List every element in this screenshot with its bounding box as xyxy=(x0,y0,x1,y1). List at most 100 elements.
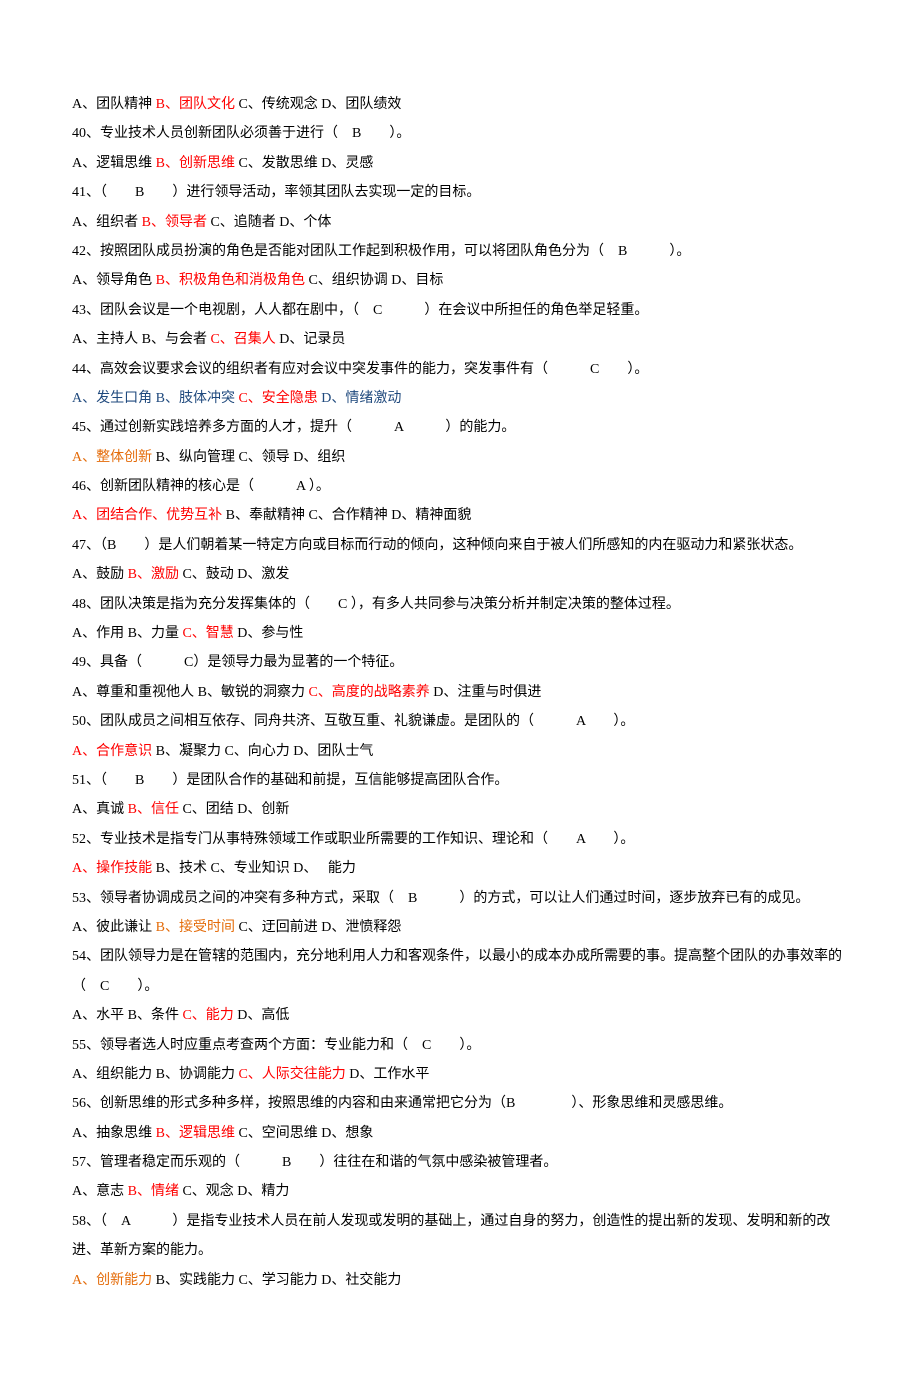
text-span: B、情绪 xyxy=(128,1184,183,1199)
text-span: C、组织协调 D、目标 xyxy=(308,273,443,288)
text-line: A、合作意识 B、凝聚力 C、向心力 D、团队士气 xyxy=(72,737,848,766)
text-span: D、记录员 xyxy=(279,332,345,347)
text-span: A、整体创新 xyxy=(72,450,156,465)
text-span: 50、团队成员之间相互依存、同舟共济、互敬互重、礼貌谦虚。是团队的（ A ）。 xyxy=(72,714,634,729)
text-line: 46、创新团队精神的核心是（ A ）。 xyxy=(72,472,848,501)
text-span: A、操作技能 xyxy=(72,861,156,876)
text-line: 42、按照团队成员扮演的角色是否能对团队工作起到积极作用，可以将团队角色分为（ … xyxy=(72,237,848,266)
text-span: C、高度的战略素养 xyxy=(308,685,433,700)
text-span: 52、专业技术是指专门从事特殊领域工作或职业所需要的工作知识、理论和（ A ）。 xyxy=(72,832,634,847)
text-line: A、逻辑思维 B、创新思维 C、发散思维 D、灵感 xyxy=(72,149,848,178)
text-line: A、水平 B、条件 C、能力 D、高低 xyxy=(72,1001,848,1030)
text-span: A、主持人 B、与会者 xyxy=(72,332,210,347)
text-span: B、激励 xyxy=(128,567,183,582)
text-line: A、发生口角 B、肢体冲突 C、安全隐患 D、情绪激动 xyxy=(72,384,848,413)
text-span: 40、专业技术人员创新团队必须善于进行（ B ）。 xyxy=(72,126,410,141)
text-line: 44、高效会议要求会议的组织者有应对会议中突发事件的能力，突发事件有（ C ）。 xyxy=(72,355,848,384)
text-span: A、意志 xyxy=(72,1184,128,1199)
text-span: C、团结 D、创新 xyxy=(182,802,289,817)
text-line: 58、（ A ）是指专业技术人员在前人发现或发明的基础上，通过自身的努力，创造性… xyxy=(72,1207,848,1266)
text-span: 46、创新团队精神的核心是（ A ）。 xyxy=(72,479,330,494)
text-span: C、追随者 D、个体 xyxy=(210,215,331,230)
text-span: 41、（ B ）进行领导活动，率领其团队去实现一定的目标。 xyxy=(72,185,480,200)
text-span: 56、创新思维的形式多种多样，按照思维的内容和由来通常把它分为（B ）、形象思维… xyxy=(72,1096,732,1111)
text-span: A、作用 B、力量 xyxy=(72,626,182,641)
text-span: C、鼓动 D、激发 xyxy=(182,567,289,582)
text-line: A、整体创新 B、纵向管理 C、领导 D、组织 xyxy=(72,443,848,472)
text-span: A、组织能力 B、协调能力 xyxy=(72,1067,238,1082)
text-span: 57、管理者稳定而乐观的（ B ）往往在和谐的气氛中感染被管理者。 xyxy=(72,1155,557,1170)
text-span: A、鼓励 xyxy=(72,567,128,582)
text-line: 47、（B ）是人们朝着某一特定方向或目标而行动的倾向，这种倾向来自于被人们所感… xyxy=(72,531,848,560)
text-line: 41、（ B ）进行领导活动，率领其团队去实现一定的目标。 xyxy=(72,178,848,207)
text-line: 51、（ B ）是团队合作的基础和前提，互信能够提高团队合作。 xyxy=(72,766,848,795)
text-span: D、工作水平 xyxy=(349,1067,429,1082)
text-line: 57、管理者稳定而乐观的（ B ）往往在和谐的气氛中感染被管理者。 xyxy=(72,1148,848,1177)
text-span: A、逻辑思维 xyxy=(72,156,156,171)
text-line: A、真诚 B、信任 C、团结 D、创新 xyxy=(72,795,848,824)
text-span: B、创新思维 xyxy=(156,156,239,171)
text-line: 48、团队决策是指为充分发挥集体的（ C ），有多人共同参与决策分析并制定决策的… xyxy=(72,590,848,619)
text-span: A、合作意识 xyxy=(72,744,156,759)
text-span: 45、通过创新实践培养多方面的人才，提升（ A ）的能力。 xyxy=(72,420,515,435)
text-line: 54、团队领导力是在管辖的范围内，充分地利用人力和客观条件，以最小的成本办成所需… xyxy=(72,942,848,1001)
text-line: 52、专业技术是指专门从事特殊领域工作或职业所需要的工作知识、理论和（ A ）。 xyxy=(72,825,848,854)
text-span: B、凝聚力 C、向心力 D、团队士气 xyxy=(156,744,374,759)
text-span: C、能力 xyxy=(182,1008,237,1023)
text-span: A、领导角色 xyxy=(72,273,156,288)
text-span: B、实践能力 C、学习能力 D、社交能力 xyxy=(156,1273,402,1288)
text-line: 53、领导者协调成员之间的冲突有多种方式，采取（ B ）的方式，可以让人们通过时… xyxy=(72,884,848,913)
text-span: D、高低 xyxy=(237,1008,289,1023)
text-span: B、积极角色和消极角色 xyxy=(156,273,309,288)
text-line: A、主持人 B、与会者 C、召集人 D、记录员 xyxy=(72,325,848,354)
text-span: D、注重与时俱进 xyxy=(433,685,541,700)
text-span: A、彼此谦让 xyxy=(72,920,156,935)
text-line: A、尊重和重视他人 B、敏锐的洞察力 C、高度的战略素养 D、注重与时俱进 xyxy=(72,678,848,707)
text-line: 50、团队成员之间相互依存、同舟共济、互敬互重、礼貌谦虚。是团队的（ A ）。 xyxy=(72,707,848,736)
text-line: A、操作技能 B、技术 C、专业知识 D、 能力 xyxy=(72,854,848,883)
text-line: A、团结合作、优势互补 B、奉献精神 C、合作精神 D、精神面貌 xyxy=(72,501,848,530)
text-span: D、参与性 xyxy=(237,626,303,641)
text-line: A、领导角色 B、积极角色和消极角色 C、组织协调 D、目标 xyxy=(72,266,848,295)
text-span: 51、（ B ）是团队合作的基础和前提，互信能够提高团队合作。 xyxy=(72,773,508,788)
text-span: B、逻辑思维 xyxy=(156,1126,239,1141)
text-line: A、抽象思维 B、逻辑思维 C、空间思维 D、想象 xyxy=(72,1119,848,1148)
text-span: A、团结合作、优势互补 xyxy=(72,508,226,523)
text-span: C、智慧 xyxy=(182,626,237,641)
text-span: B、团队文化 xyxy=(156,97,239,112)
text-span: 44、高效会议要求会议的组织者有应对会议中突发事件的能力，突发事件有（ C ）。 xyxy=(72,362,648,377)
text-span: B、技术 C、专业知识 D、 能力 xyxy=(156,861,356,876)
text-span: B、奉献精神 C、合作精神 D、精神面貌 xyxy=(226,508,472,523)
text-span: B、纵向管理 C、领导 D、组织 xyxy=(156,450,346,465)
text-span: 58、（ A ）是指专业技术人员在前人发现或发明的基础上，通过自身的努力，创造性… xyxy=(72,1214,830,1258)
text-span: 42、按照团队成员扮演的角色是否能对团队工作起到积极作用，可以将团队角色分为（ … xyxy=(72,244,690,259)
text-line: A、意志 B、情绪 C、观念 D、精力 xyxy=(72,1177,848,1206)
text-span: 49、具备（ C）是领导力最为显著的一个特征。 xyxy=(72,655,403,670)
text-span: A、发生口角 B、肢体冲突 xyxy=(72,391,238,406)
text-span: B、信任 xyxy=(128,802,183,817)
text-line: 56、创新思维的形式多种多样，按照思维的内容和由来通常把它分为（B ）、形象思维… xyxy=(72,1089,848,1118)
text-span: 53、领导者协调成员之间的冲突有多种方式，采取（ B ）的方式，可以让人们通过时… xyxy=(72,891,809,906)
text-span: C、迂回前进 D、泄愤释怨 xyxy=(238,920,401,935)
text-span: 43、团队会议是一个电视剧，人人都在剧中，（ C ）在会议中所担任的角色举足轻重… xyxy=(72,303,648,318)
text-span: B、领导者 xyxy=(142,215,211,230)
text-line: 40、专业技术人员创新团队必须善于进行（ B ）。 xyxy=(72,119,848,148)
text-span: C、人际交往能力 xyxy=(238,1067,349,1082)
text-line: A、创新能力 B、实践能力 C、学习能力 D、社交能力 xyxy=(72,1266,848,1295)
text-line: 45、通过创新实践培养多方面的人才，提升（ A ）的能力。 xyxy=(72,413,848,442)
text-line: A、组织者 B、领导者 C、追随者 D、个体 xyxy=(72,208,848,237)
text-span: 48、团队决策是指为充分发挥集体的（ C ），有多人共同参与决策分析并制定决策的… xyxy=(72,597,680,612)
text-span: C、传统观念 D、团队绩效 xyxy=(238,97,401,112)
text-span: A、真诚 xyxy=(72,802,128,817)
text-line: A、团队精神 B、团队文化 C、传统观念 D、团队绩效 xyxy=(72,90,848,119)
text-span: D、情绪激动 xyxy=(321,391,401,406)
text-line: A、组织能力 B、协调能力 C、人际交往能力 D、工作水平 xyxy=(72,1060,848,1089)
text-span: 55、领导者选人时应重点考查两个方面：专业能力和（ C ）。 xyxy=(72,1038,480,1053)
text-span: A、团队精神 xyxy=(72,97,156,112)
text-span: C、空间思维 D、想象 xyxy=(238,1126,373,1141)
text-span: 47、（B ）是人们朝着某一特定方向或目标而行动的倾向，这种倾向来自于被人们所感… xyxy=(72,538,802,553)
document-body: A、团队精神 B、团队文化 C、传统观念 D、团队绩效 40、专业技术人员创新团队… xyxy=(72,90,848,1295)
text-span: A、创新能力 xyxy=(72,1273,156,1288)
text-line: 43、团队会议是一个电视剧，人人都在剧中，（ C ）在会议中所担任的角色举足轻重… xyxy=(72,296,848,325)
text-span: A、尊重和重视他人 B、敏锐的洞察力 xyxy=(72,685,308,700)
